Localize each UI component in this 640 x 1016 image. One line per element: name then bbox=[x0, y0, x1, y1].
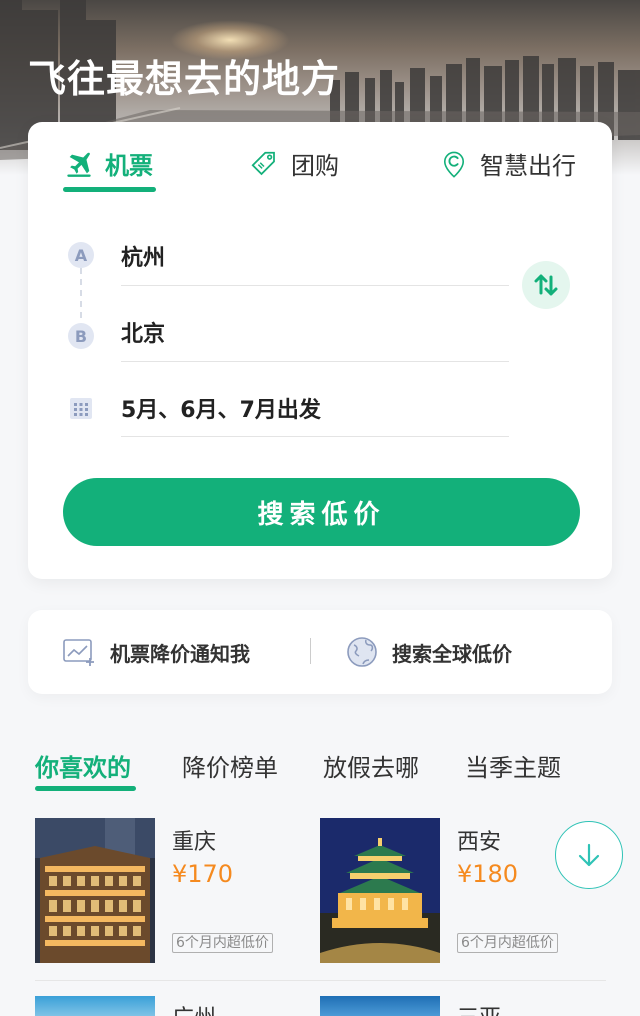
quick-actions-bar: 机票降价通知我 搜索全球低价 bbox=[28, 610, 612, 694]
global-low-price-button[interactable]: 搜索全球低价 bbox=[346, 610, 512, 694]
destination-city: 西安 bbox=[457, 830, 502, 855]
scroll-down-button[interactable] bbox=[555, 821, 623, 889]
active-tab-indicator bbox=[63, 187, 156, 192]
global-low-price-label: 搜索全球低价 bbox=[392, 641, 512, 666]
tab-smart-travel-label: 智慧出行 bbox=[480, 152, 576, 180]
price-chart-icon bbox=[63, 639, 94, 666]
quick-actions-divider bbox=[310, 638, 311, 664]
tag-icon bbox=[251, 151, 275, 175]
departure-date-field[interactable]: 5月、6月、7月出发 bbox=[121, 392, 509, 437]
swap-cities-button[interactable] bbox=[522, 261, 570, 309]
origin-marker: A bbox=[68, 242, 94, 268]
tab-seasonal-themes[interactable]: 当季主题 bbox=[465, 748, 561, 783]
tab-flights[interactable]: 机票 bbox=[65, 146, 153, 181]
destination-card-guangzhou[interactable]: 广州 bbox=[35, 996, 305, 1016]
destination-city-value: 北京 bbox=[121, 322, 166, 347]
destination-marker: B bbox=[68, 323, 94, 349]
tab-group-buy-label: 团购 bbox=[291, 152, 339, 180]
location-icon bbox=[443, 151, 465, 178]
route-connector bbox=[80, 268, 82, 318]
destination-price: ¥170 bbox=[172, 860, 234, 888]
destination-city-field[interactable]: 北京 bbox=[121, 316, 509, 362]
tab-flights-label: 机票 bbox=[105, 152, 153, 180]
destination-card-sanya[interactable]: 三亚 bbox=[320, 996, 590, 1016]
destination-price: ¥180 bbox=[457, 860, 519, 888]
low-price-badge: 6个月内超低价 bbox=[457, 933, 558, 953]
search-low-price-button[interactable]: 搜索低价 bbox=[63, 478, 580, 546]
active-recommend-tab-indicator bbox=[35, 786, 136, 791]
low-price-badge: 6个月内超低价 bbox=[172, 933, 273, 953]
tab-you-like[interactable]: 你喜欢的 bbox=[35, 748, 131, 783]
tab-price-drop-ranking[interactable]: 降价榜单 bbox=[182, 748, 278, 783]
arrow-down-icon bbox=[578, 843, 600, 867]
chongqing-photo bbox=[35, 818, 155, 963]
destination-city: 三亚 bbox=[457, 1000, 501, 1016]
destination-card-xian[interactable]: 西安 ¥180 6个月内超低价 bbox=[320, 818, 590, 968]
flight-search-card: 机票 团购 智慧出行 A B 杭州 北京 5月、6月、7月出发 搜索低价 bbox=[28, 122, 612, 579]
price-drop-alert-label: 机票降价通知我 bbox=[110, 641, 250, 666]
departure-date-value: 5月、6月、7月出发 bbox=[121, 398, 321, 423]
destination-city: 重庆 bbox=[172, 830, 217, 855]
calendar-icon bbox=[68, 395, 94, 425]
origin-city-field[interactable]: 杭州 bbox=[121, 240, 509, 286]
xian-photo bbox=[320, 818, 440, 963]
price-drop-alert-button[interactable]: 机票降价通知我 bbox=[62, 610, 250, 694]
hero-title: 飞往最想去的地方 bbox=[28, 57, 341, 101]
list-divider bbox=[35, 980, 606, 981]
guangzhou-photo bbox=[35, 996, 155, 1016]
tab-smart-travel[interactable]: 智慧出行 bbox=[440, 146, 576, 181]
destination-card-chongqing[interactable]: 重庆 ¥170 6个月内超低价 bbox=[35, 818, 305, 968]
sanya-photo bbox=[320, 996, 440, 1016]
origin-city-value: 杭州 bbox=[121, 246, 166, 271]
swap-arrows-icon bbox=[534, 274, 558, 296]
globe-icon bbox=[347, 637, 377, 667]
tab-group-buy[interactable]: 团购 bbox=[249, 146, 339, 181]
tab-holiday-destinations[interactable]: 放假去哪 bbox=[323, 748, 419, 783]
plane-icon bbox=[67, 152, 91, 177]
destination-city: 广州 bbox=[172, 1000, 216, 1016]
